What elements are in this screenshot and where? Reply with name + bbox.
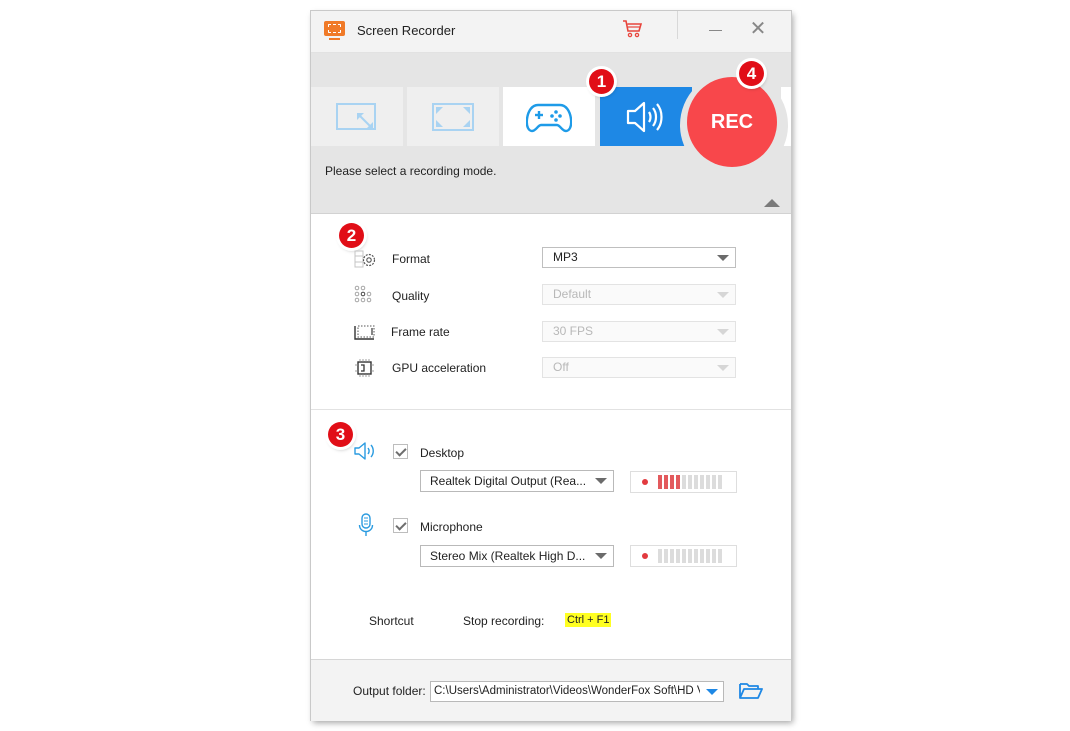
desktop-level-bar bbox=[712, 475, 716, 489]
step-badge-3: 3 bbox=[328, 422, 353, 447]
gpu-chip-icon bbox=[355, 359, 374, 377]
desktop-level-bar bbox=[718, 475, 722, 489]
quality-select-value: Default bbox=[553, 287, 592, 301]
microphone-level-meter bbox=[630, 545, 737, 567]
microphone-device-value: Stereo Mix (Realtek High D... bbox=[430, 549, 586, 563]
microphone-level-bar bbox=[664, 549, 668, 563]
microphone-level-bars bbox=[658, 549, 722, 563]
title-bar: Screen Recorder ✕ bbox=[311, 11, 791, 53]
shortcut-label: Shortcut bbox=[369, 614, 414, 628]
desktop-speaker-icon bbox=[354, 442, 374, 460]
title-bar-separator bbox=[677, 11, 678, 39]
cart-icon[interactable] bbox=[622, 19, 644, 39]
desktop-level-bar bbox=[658, 475, 662, 489]
chevron-down-icon bbox=[706, 689, 718, 695]
output-footer: Output folder: C:\Users\Administrator\Vi… bbox=[311, 659, 791, 721]
microphone-level-bar bbox=[682, 549, 686, 563]
microphone-level-bar bbox=[670, 549, 674, 563]
microphone-level-bar bbox=[676, 549, 680, 563]
screen-recorder-window: Screen Recorder ✕ REC Please select a re… bbox=[311, 11, 791, 721]
region-resize-icon bbox=[336, 102, 376, 130]
microphone-level-bar bbox=[700, 549, 704, 563]
microphone-checkbox[interactable] bbox=[393, 518, 408, 533]
output-folder-path: C:\Users\Administrator\Videos\WonderFox … bbox=[434, 685, 700, 697]
microphone-level-bar bbox=[712, 549, 716, 563]
desktop-level-bar bbox=[694, 475, 698, 489]
desktop-device-value: Realtek Digital Output (Rea... bbox=[430, 474, 587, 488]
gpu-acceleration-select[interactable]: Off bbox=[542, 357, 736, 378]
step-badge-4: 4 bbox=[739, 61, 764, 86]
frame-rate-icon bbox=[354, 325, 375, 340]
chevron-down-icon bbox=[595, 478, 607, 484]
desktop-audio-checkbox[interactable] bbox=[393, 444, 408, 459]
frame-rate-label: Frame rate bbox=[391, 325, 450, 339]
desktop-level-bar bbox=[670, 475, 674, 489]
desktop-device-select[interactable]: Realtek Digital Output (Rea... bbox=[420, 470, 614, 492]
quality-dots-icon bbox=[354, 285, 372, 303]
microphone-level-bar bbox=[706, 549, 710, 563]
desktop-level-bar bbox=[706, 475, 710, 489]
microphone-icon bbox=[358, 513, 374, 536]
mode-hint-text: Please select a recording mode. bbox=[325, 164, 497, 178]
desktop-audio-label: Desktop bbox=[420, 446, 465, 460]
chevron-down-icon bbox=[717, 365, 729, 371]
close-button[interactable]: ✕ bbox=[746, 17, 770, 41]
microphone-level-bar bbox=[694, 549, 698, 563]
microphone-level-bar bbox=[658, 549, 662, 563]
level-dot-icon bbox=[642, 479, 648, 485]
chevron-down-icon bbox=[595, 553, 607, 559]
stop-recording-hotkey[interactable]: Ctrl + F1 bbox=[565, 613, 612, 627]
frame-rate-select-value: 30 FPS bbox=[553, 324, 594, 338]
collapse-arrow-icon[interactable] bbox=[764, 199, 780, 207]
section-divider bbox=[311, 409, 791, 410]
format-select-value: MP3 bbox=[553, 250, 578, 264]
format-label: Format bbox=[392, 252, 431, 266]
output-folder-label: Output folder: bbox=[353, 684, 426, 698]
chevron-down-icon bbox=[717, 292, 729, 298]
tab-region-mode[interactable] bbox=[311, 87, 403, 146]
chevron-down-icon bbox=[717, 329, 729, 335]
microphone-level-bar bbox=[688, 549, 692, 563]
desktop-level-bar bbox=[664, 475, 668, 489]
desktop-level-meter bbox=[630, 471, 737, 493]
step-badge-2: 2 bbox=[339, 223, 364, 248]
frame-rate-select[interactable]: 30 FPS bbox=[542, 321, 736, 342]
minimize-button[interactable] bbox=[701, 19, 731, 41]
rec-button[interactable]: REC bbox=[687, 77, 777, 167]
desktop-level-bars bbox=[658, 475, 722, 489]
tab-game-mode[interactable] bbox=[503, 87, 595, 146]
microphone-device-select[interactable]: Stereo Mix (Realtek High D... bbox=[420, 545, 614, 567]
gamepad-icon bbox=[526, 103, 572, 132]
microphone-level-bar bbox=[718, 549, 722, 563]
desktop-level-bar bbox=[700, 475, 704, 489]
format-gear-icon bbox=[354, 250, 376, 268]
recording-mode-bar: REC Please select a recording mode. bbox=[311, 53, 791, 214]
output-folder-select[interactable]: C:\Users\Administrator\Videos\WonderFox … bbox=[430, 681, 724, 702]
gpu-acceleration-label: GPU acceleration bbox=[392, 361, 487, 375]
desktop-level-bar bbox=[688, 475, 692, 489]
desktop-level-bar bbox=[676, 475, 680, 489]
quality-select[interactable]: Default bbox=[542, 284, 736, 305]
folder-open-icon[interactable] bbox=[739, 682, 763, 700]
screen-recorder-icon bbox=[324, 21, 345, 40]
level-dot-icon bbox=[642, 553, 648, 559]
gpu-acceleration-select-value: Off bbox=[553, 360, 569, 374]
chevron-down-icon bbox=[717, 255, 729, 261]
format-select[interactable]: MP3 bbox=[542, 247, 736, 268]
fullscreen-icon bbox=[432, 102, 474, 131]
speaker-icon bbox=[626, 101, 663, 132]
window-title: Screen Recorder bbox=[357, 23, 456, 38]
tab-audio-only-mode[interactable] bbox=[600, 87, 692, 146]
step-badge-1: 1 bbox=[589, 69, 614, 94]
stop-recording-label: Stop recording: bbox=[463, 614, 545, 628]
tab-fullscreen-mode[interactable] bbox=[407, 87, 499, 146]
microphone-label: Microphone bbox=[420, 520, 483, 534]
quality-label: Quality bbox=[392, 289, 430, 303]
desktop-level-bar bbox=[682, 475, 686, 489]
